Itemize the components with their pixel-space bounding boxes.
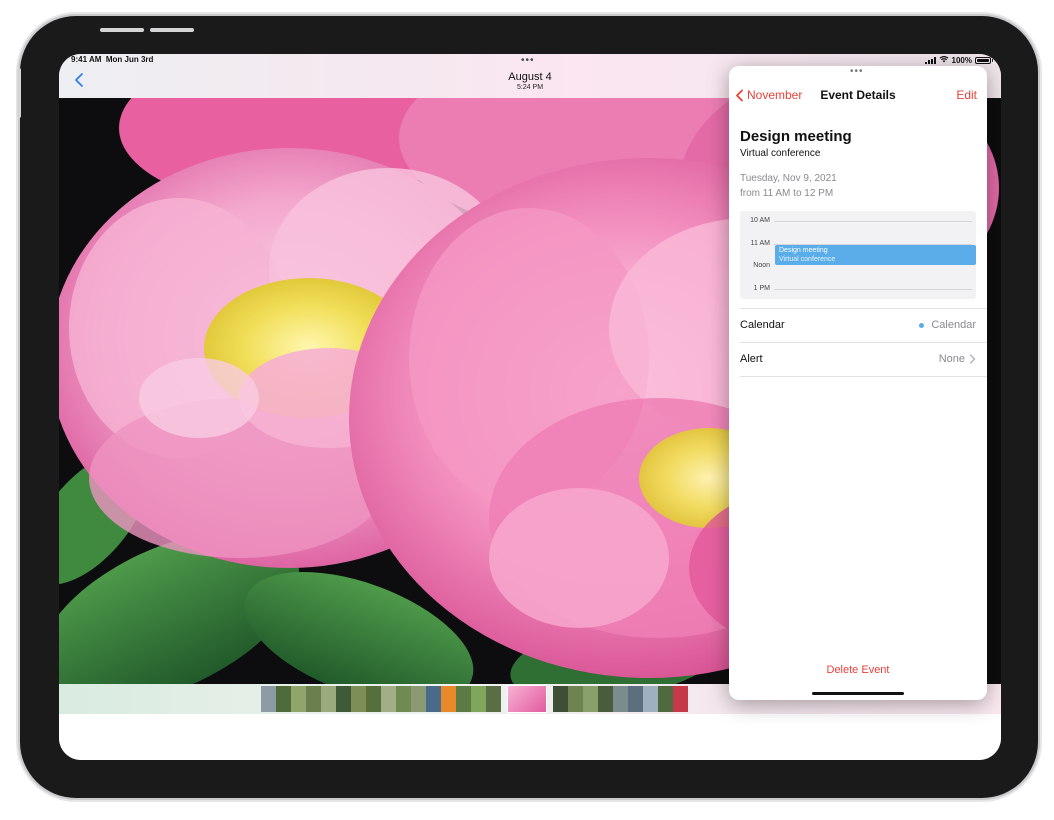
status-time: 9:41 AM Mon Jun 3rd <box>71 55 153 64</box>
thumbnail[interactable] <box>613 686 628 712</box>
thumbnail[interactable] <box>411 686 426 712</box>
volume-up-button <box>100 28 144 32</box>
thumbnail[interactable] <box>673 686 688 712</box>
alert-row-value: None <box>939 353 976 365</box>
cellular-signal-icon <box>924 56 936 64</box>
multitasking-dots-icon[interactable]: ••• <box>850 67 864 77</box>
wifi-icon <box>939 55 949 65</box>
thumbnail[interactable] <box>261 686 276 712</box>
calendar-row[interactable]: Calendar Calendar <box>740 308 987 342</box>
day-timeline: 10 AM 11 AM Noon 1 PM Design meeting Vir… <box>740 211 976 299</box>
event-details-nav-bar: November Event Details Edit <box>729 86 987 106</box>
battery-icon <box>975 56 993 64</box>
timeline-label: 11 AM <box>750 240 770 247</box>
event-time-range: from 11 AM to 12 PM <box>740 188 834 199</box>
calendar-name: Calendar <box>931 319 976 331</box>
thumbnail[interactable] <box>456 686 471 712</box>
battery-percent: 100% <box>951 55 972 65</box>
status-time-text: 9:41 AM <box>71 55 102 64</box>
calendar-slide-over-panel: ••• November Event Details Edit Design m… <box>729 66 987 700</box>
event-title: Design meeting <box>740 128 852 145</box>
timeline-event-block[interactable]: Design meeting Virtual conference <box>775 245 976 265</box>
list-divider <box>740 376 987 377</box>
timeline-label: Noon <box>753 262 770 269</box>
thumbnail[interactable] <box>426 686 441 712</box>
status-date-text: Mon Jun 3rd <box>105 55 154 64</box>
chevron-right-icon <box>969 354 976 364</box>
thumbnail-list <box>261 686 688 712</box>
bottom-toolbar-area <box>59 714 1001 760</box>
calendar-row-label: Calendar <box>740 319 785 331</box>
status-indicators: 100% <box>924 55 993 65</box>
thumbnail[interactable] <box>658 686 673 712</box>
status-bar: 9:41 AM Mon Jun 3rd 100% <box>59 54 1001 66</box>
calendar-row-value: Calendar <box>919 319 976 331</box>
thumbnail[interactable] <box>486 686 501 712</box>
thumbnail[interactable] <box>321 686 336 712</box>
thumbnail[interactable] <box>336 686 351 712</box>
thumbnail[interactable] <box>471 686 486 712</box>
edit-button[interactable]: Edit <box>956 88 977 102</box>
thumbnail[interactable] <box>568 686 583 712</box>
thumbnail[interactable] <box>351 686 366 712</box>
event-date: Tuesday, Nov 9, 2021 <box>740 173 837 184</box>
thumbnail[interactable] <box>583 686 598 712</box>
nav-title: Event Details <box>820 88 896 102</box>
thumbnail[interactable] <box>441 686 456 712</box>
timeline-event-subtitle: Virtual conference <box>779 256 836 263</box>
volume-down-button <box>150 28 194 32</box>
thumbnail[interactable] <box>553 686 568 712</box>
thumbnail[interactable] <box>396 686 411 712</box>
timeline-line <box>774 221 972 222</box>
top-power-button <box>17 68 21 118</box>
ipad-screen: 9:41 AM Mon Jun 3rd 100% ••• August 4 5:… <box>59 54 1001 760</box>
home-indicator[interactable] <box>812 692 904 695</box>
thumbnail[interactable] <box>381 686 396 712</box>
event-location: Virtual conference <box>740 148 821 159</box>
thumbnail-current[interactable] <box>508 686 546 712</box>
thumbnail[interactable] <box>306 686 321 712</box>
calendar-color-dot-icon <box>919 322 925 328</box>
timeline-line <box>774 289 972 290</box>
thumbnail[interactable] <box>643 686 658 712</box>
timeline-label: 1 PM <box>753 285 770 292</box>
delete-event-button[interactable]: Delete Event <box>729 664 987 676</box>
thumbnail[interactable] <box>628 686 643 712</box>
timeline-label: 10 AM <box>750 217 770 224</box>
thumbnail[interactable] <box>598 686 613 712</box>
thumbnail[interactable] <box>366 686 381 712</box>
alert-value: None <box>938 353 965 365</box>
timeline-event-title: Design meeting <box>779 247 828 254</box>
alert-row[interactable]: Alert None <box>740 342 987 376</box>
alert-row-label: Alert <box>740 353 763 365</box>
thumbnail[interactable] <box>276 686 291 712</box>
thumbnail[interactable] <box>291 686 306 712</box>
